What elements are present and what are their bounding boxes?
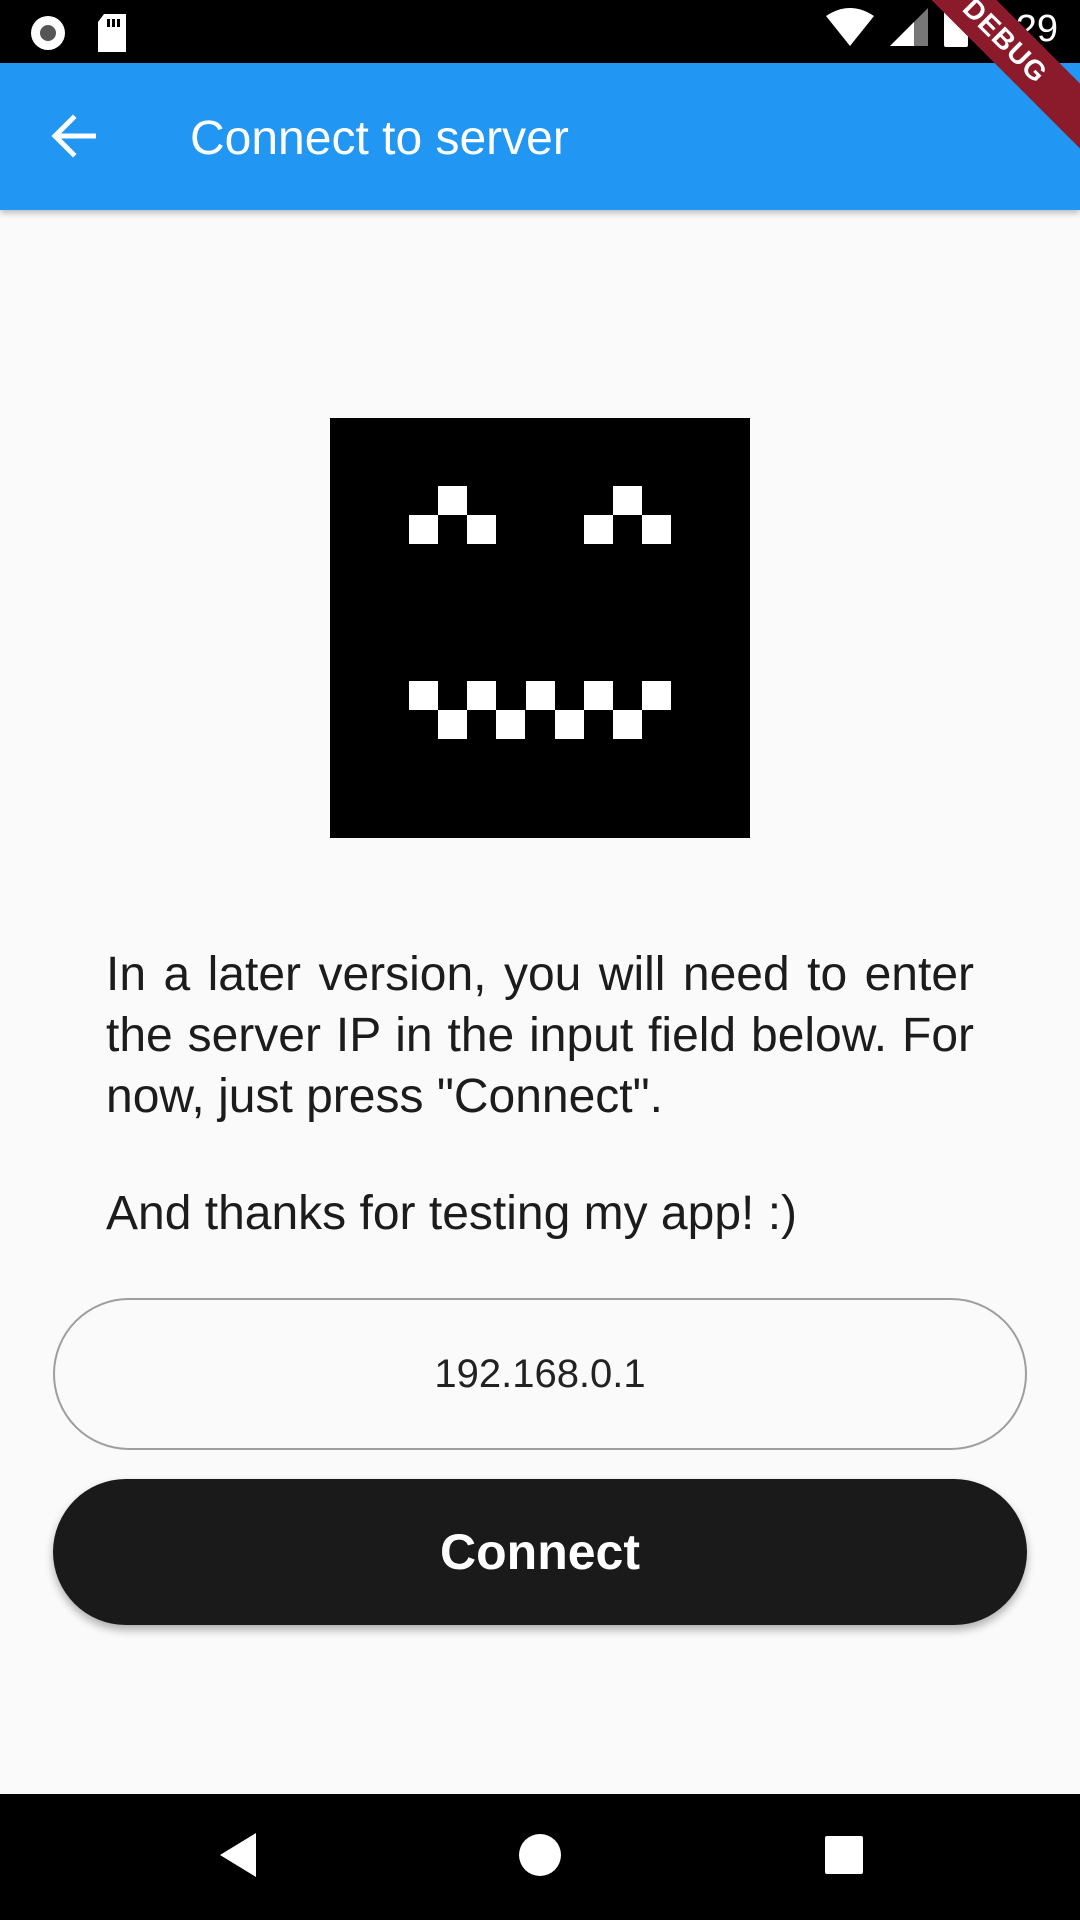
connect-button[interactable]: Connect [53, 1479, 1027, 1625]
back-button[interactable] [38, 103, 108, 173]
app-bar: Connect to server [0, 63, 1080, 210]
record-icon [28, 13, 68, 58]
back-triangle-icon [216, 1831, 260, 1884]
arrow-back-icon [50, 113, 97, 164]
nav-recents-button[interactable] [816, 1829, 872, 1885]
navigation-bar [0, 1794, 1080, 1920]
sd-card-icon [96, 14, 128, 57]
wifi-icon [826, 8, 875, 51]
nav-back-button[interactable] [210, 1829, 266, 1885]
recents-square-icon [824, 1835, 864, 1880]
nav-home-button[interactable] [512, 1829, 568, 1885]
status-bar: 6:29 [0, 0, 1080, 63]
home-circle-icon [517, 1832, 563, 1883]
server-ip-input[interactable] [53, 1298, 1027, 1450]
thanks-text: And thanks for testing my app! :) [106, 1187, 798, 1240]
description-text: In a later version, you will need to ent… [106, 948, 974, 1123]
signal-icon [890, 8, 929, 51]
robot-face-image [330, 418, 750, 838]
page-title: Connect to server [190, 112, 569, 165]
